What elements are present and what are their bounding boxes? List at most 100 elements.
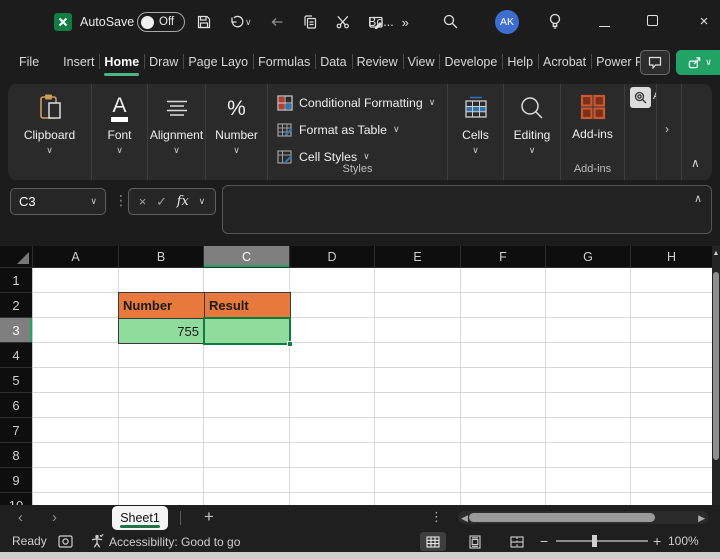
search-button[interactable] [442, 13, 459, 30]
horizontal-scrollbar[interactable]: ◀ ▶ [458, 511, 708, 524]
select-all-triangle-icon [17, 252, 29, 264]
formula-input[interactable]: ∧ [222, 185, 712, 234]
close-button[interactable]: × [690, 13, 718, 30]
zoom-in-button[interactable]: + [653, 533, 661, 549]
cut-button[interactable] [335, 14, 351, 30]
account-avatar[interactable]: AK [495, 10, 519, 34]
grid-column [461, 268, 546, 505]
row-header-9[interactable]: 9 [0, 468, 32, 493]
clipboard-group[interactable]: Clipboard ∨ [8, 84, 92, 180]
column-header-e[interactable]: E [375, 246, 461, 268]
view-normal-button[interactable] [420, 532, 446, 551]
column-header-d[interactable]: D [290, 246, 375, 268]
menu-tab-formulas[interactable]: Formulas [253, 44, 315, 80]
row-header-4[interactable]: 4 [0, 343, 32, 368]
menu-tab-file[interactable]: File [14, 44, 44, 80]
menu-tab-view[interactable]: View [402, 44, 440, 80]
share-button[interactable]: ∨ [676, 50, 720, 75]
back-button[interactable] [269, 14, 285, 30]
sheet-menu-dots-icon[interactable]: ⋮ [430, 509, 443, 525]
column-header-g[interactable]: G [546, 246, 631, 268]
sheet-nav-next-button[interactable]: › [52, 509, 57, 526]
select-all-button[interactable] [0, 246, 33, 268]
fill-handle[interactable] [287, 341, 293, 347]
insert-function-button[interactable]: fx [177, 194, 189, 209]
accessibility-status[interactable]: Accessibility: Good to go [90, 534, 240, 549]
row-header-6[interactable]: 6 [0, 393, 32, 418]
add-sheet-button[interactable]: + [204, 507, 214, 527]
menu-tab-developer[interactable]: Develope [439, 44, 502, 80]
menu-tab-acrobat[interactable]: Acrobat [538, 44, 591, 80]
alignment-group[interactable]: Alignment ∨ [148, 84, 206, 180]
scroll-left-icon[interactable]: ◀ [461, 513, 468, 524]
column-header-h[interactable]: H [631, 246, 712, 268]
zoom-out-button[interactable]: − [540, 533, 548, 549]
analyze-data-addin[interactable]: A [625, 84, 657, 180]
column-header-a[interactable]: A [33, 246, 119, 268]
undo-button[interactable]: ∨ [229, 14, 252, 30]
format-as-table-label: Format as Table [299, 122, 387, 137]
column-header-c[interactable]: C [204, 246, 290, 268]
row-header-10[interactable]: 10 [0, 493, 32, 505]
number-group[interactable]: % Number ∨ [206, 84, 268, 180]
menu-tab-draw[interactable]: Draw [144, 44, 183, 80]
copy-button[interactable] [302, 14, 318, 30]
column-header-f[interactable]: F [461, 246, 546, 268]
row-header-7[interactable]: 7 [0, 418, 32, 443]
cell-c2[interactable]: Result [204, 292, 291, 319]
worksheet-grid: A B C D E F G H 1 2 3 4 5 6 7 8 9 10 Num… [0, 246, 720, 505]
view-page-break-button[interactable] [504, 532, 530, 551]
sheet-nav-prev-button[interactable]: ‹ [18, 509, 23, 526]
menu-tab-data[interactable]: Data [315, 44, 351, 80]
chevron-down-icon: ∨ [198, 196, 206, 206]
menu-tab-page-layout[interactable]: Page Layo [183, 44, 253, 80]
row-header-2[interactable]: 2 [0, 293, 32, 318]
menu-tab-home[interactable]: Home [99, 44, 144, 80]
vertical-scrollbar-thumb[interactable] [713, 272, 719, 460]
cells-group[interactable]: Cells ∨ [448, 84, 504, 180]
collapse-ribbon-button[interactable]: ∧ [682, 84, 712, 180]
column-header-b[interactable]: B [119, 246, 204, 268]
row-header-1[interactable]: 1 [0, 268, 32, 293]
autosave-toggle[interactable]: Off [137, 12, 185, 32]
cell-c3[interactable] [204, 318, 291, 344]
lightbulb-button[interactable] [546, 12, 564, 31]
comments-button[interactable] [640, 50, 670, 75]
addins-group[interactable]: Add-ins Add-ins [561, 84, 625, 180]
horizontal-scrollbar-thumb[interactable] [469, 513, 655, 522]
minimize-button[interactable] [590, 14, 618, 32]
save-button[interactable] [196, 14, 212, 30]
zoom-level[interactable]: 100% [668, 534, 699, 548]
maximize-button[interactable] [638, 15, 666, 26]
enter-button[interactable]: ✓ [156, 194, 167, 210]
sheet-tab-sheet1[interactable]: Sheet1 [112, 506, 168, 530]
ribbon-more-button[interactable]: › [657, 84, 682, 180]
macro-record-button[interactable] [58, 535, 73, 548]
more-commands-button[interactable]: » [402, 15, 409, 30]
format-as-table-button[interactable]: Format as Table ∨ [268, 116, 447, 143]
scroll-up-icon[interactable]: ▲ [712, 250, 720, 257]
menu-tab-help[interactable]: Help [502, 44, 538, 80]
font-group[interactable]: A Font ∨ [92, 84, 148, 180]
row-header-3[interactable]: 3 [0, 318, 32, 343]
name-box[interactable]: C3 ∨ [10, 188, 106, 215]
cancel-button[interactable]: × [139, 194, 147, 209]
menu-tab-insert[interactable]: Insert [58, 44, 99, 80]
conditional-formatting-button[interactable]: Conditional Formatting ∨ [268, 89, 447, 116]
undo-dropdown-icon[interactable]: ∨ [245, 17, 252, 27]
menu-tab-review[interactable]: Review [351, 44, 403, 80]
zoom-slider-thumb[interactable] [592, 535, 597, 547]
row-header-5[interactable]: 5 [0, 368, 32, 393]
column-headers: A B C D E F G H [0, 246, 712, 268]
scroll-right-icon[interactable]: ▶ [698, 513, 705, 524]
row-header-8[interactable]: 8 [0, 443, 32, 468]
excel-logo-icon [54, 13, 72, 31]
cell-b3[interactable]: 755 [118, 318, 205, 344]
cells-area[interactable]: Number Result 755 [33, 268, 712, 505]
vertical-scrollbar[interactable]: ▲ [712, 246, 720, 505]
view-page-layout-button[interactable] [462, 532, 488, 551]
editing-group[interactable]: Editing ∨ [504, 84, 561, 180]
zoom-slider[interactable] [556, 535, 648, 547]
formula-expand-button[interactable]: ∧ [694, 192, 702, 205]
cell-b2[interactable]: Number [118, 292, 205, 319]
